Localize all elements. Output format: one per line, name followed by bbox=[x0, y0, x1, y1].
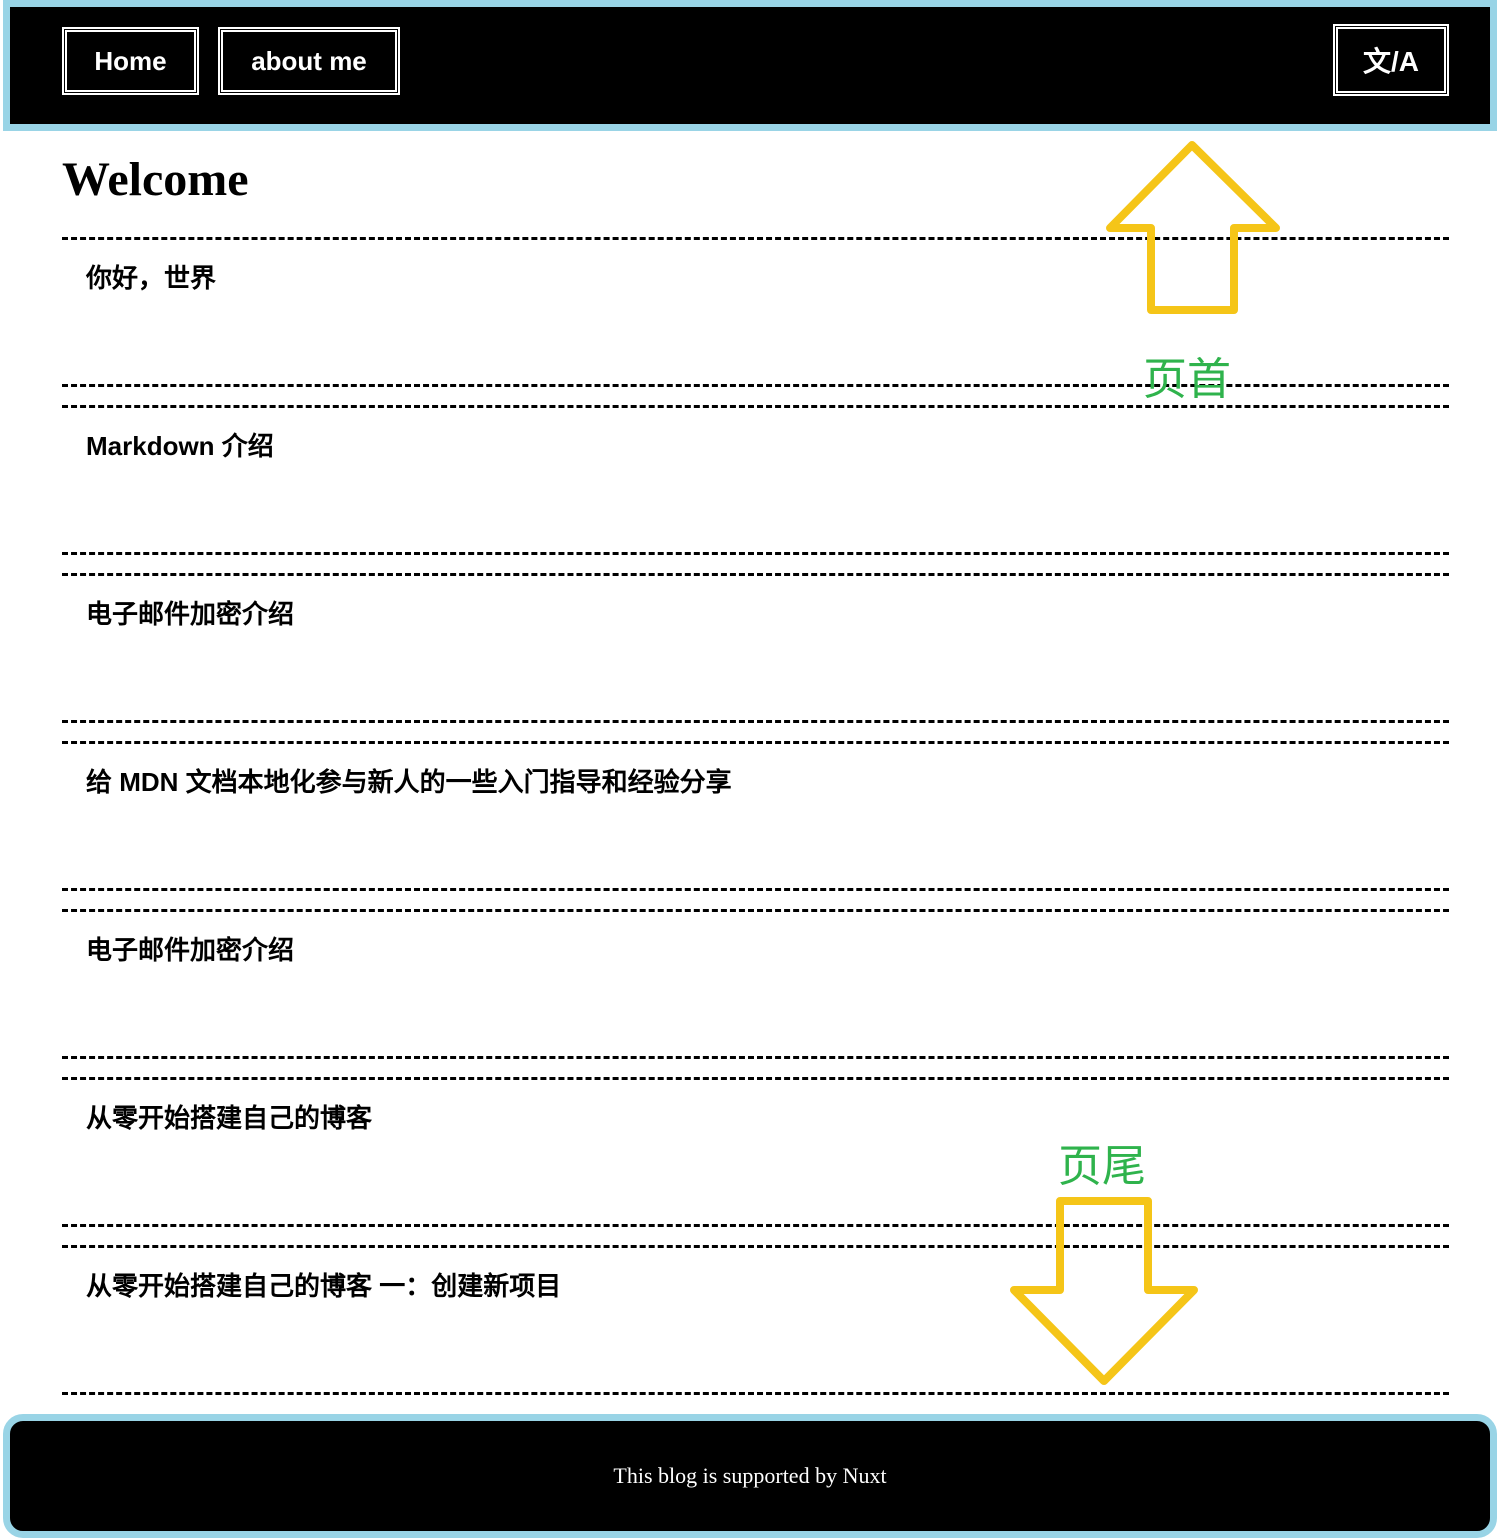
header-annotation-label: 页首 bbox=[1143, 354, 1231, 405]
site-header: Home about me 文/A bbox=[3, 0, 1497, 131]
post-item[interactable]: 从零开始搭建自己的博客 bbox=[62, 1077, 1449, 1227]
footer-annotation-label: 页尾 bbox=[1058, 1141, 1146, 1192]
page: Home about me 文/A Welcome 你好，世界 Markdown… bbox=[0, 0, 1500, 1539]
post-item[interactable]: 从零开始搭建自己的博客 一：创建新项目 bbox=[62, 1245, 1449, 1395]
post-item[interactable]: 给 MDN 文档本地化参与新人的一些入门指导和经验分享 bbox=[62, 741, 1449, 891]
language-toggle-button[interactable]: 文/A bbox=[1333, 24, 1449, 96]
post-title[interactable]: 你好，世界 bbox=[86, 258, 1449, 295]
page-title: Welcome bbox=[62, 153, 249, 206]
post-title[interactable]: Markdown 介绍 bbox=[86, 426, 1449, 463]
post-title[interactable]: 从零开始搭建自己的博客 bbox=[86, 1098, 1449, 1135]
post-item[interactable]: 电子邮件加密介绍 bbox=[62, 909, 1449, 1059]
site-footer: This blog is supported by Nuxt bbox=[3, 1414, 1497, 1538]
post-item[interactable]: 电子邮件加密介绍 bbox=[62, 573, 1449, 723]
post-list: 你好，世界 Markdown 介绍 电子邮件加密介绍 给 MDN 文档本地化参与… bbox=[62, 237, 1449, 1413]
post-item[interactable]: Markdown 介绍 bbox=[62, 405, 1449, 555]
post-item[interactable]: 你好，世界 bbox=[62, 237, 1449, 387]
post-title[interactable]: 电子邮件加密介绍 bbox=[86, 594, 1449, 631]
footer-text: This blog is supported by Nuxt bbox=[613, 1463, 887, 1488]
post-title[interactable]: 电子邮件加密介绍 bbox=[86, 930, 1449, 967]
nav-about-button[interactable]: about me bbox=[218, 27, 400, 95]
post-title[interactable]: 给 MDN 文档本地化参与新人的一些入门指导和经验分享 bbox=[86, 762, 1449, 799]
nav-home-button[interactable]: Home bbox=[62, 27, 199, 95]
post-title[interactable]: 从零开始搭建自己的博客 一：创建新项目 bbox=[86, 1266, 1449, 1303]
